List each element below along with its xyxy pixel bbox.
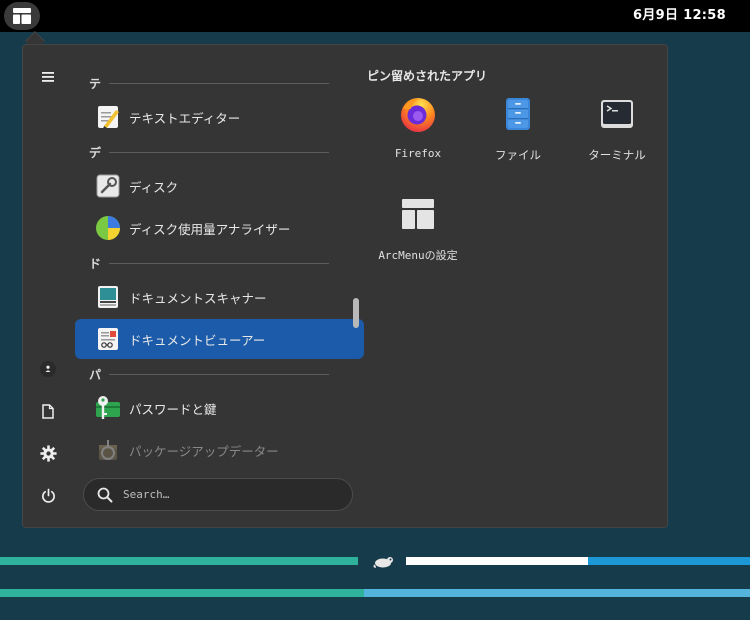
arcmenu-icon — [13, 8, 31, 24]
app-item-passwords-and-keys[interactable]: パスワードと鍵 — [75, 388, 364, 428]
app-label: パスワードと鍵 — [129, 401, 217, 417]
app-item-document-scanner[interactable]: ドキュメントスキャナー — [75, 277, 364, 317]
scanner-icon — [98, 286, 118, 308]
pinned-app-terminal[interactable]: ターミナル — [572, 89, 662, 169]
pinned-app-firefox[interactable]: Firefox — [373, 89, 463, 169]
section-divider — [109, 83, 329, 84]
app-label: ディスク — [129, 179, 179, 195]
app-label: テキストエディター — [129, 110, 241, 126]
wallpaper-stripe — [0, 589, 364, 597]
section-header: ド — [89, 257, 102, 271]
terminal-icon — [601, 100, 633, 128]
files-icon — [506, 98, 530, 130]
app-item-document-viewer[interactable]: ドキュメントビューアー — [75, 319, 364, 359]
gear-icon — [39, 444, 57, 462]
document-icon — [42, 403, 54, 419]
hamburger-icon — [42, 72, 54, 82]
wallpaper-stripe — [0, 557, 358, 565]
app-menu: テ テキストエディター デ ディスク ディスク使用量アナライザー ド ドキュメン… — [22, 44, 668, 528]
section-divider — [109, 152, 329, 153]
search-input[interactable] — [123, 488, 323, 501]
section-header: パ — [89, 368, 102, 382]
pinned-app-label: ターミナル — [588, 148, 646, 162]
disk-usage-icon — [96, 216, 120, 240]
power-icon — [41, 488, 55, 503]
app-label: ドキュメントビューアー — [129, 332, 266, 348]
categories-button[interactable] — [33, 62, 63, 92]
clock[interactable]: 6月9日 12:58 — [633, 0, 726, 32]
app-item-disk-usage[interactable]: ディスク使用量アナライザー — [75, 208, 364, 248]
app-item-package-updater[interactable]: パッケージアップデーター — [75, 430, 364, 470]
text-editor-icon — [98, 106, 119, 129]
section-header: デ — [89, 146, 102, 160]
section-divider — [109, 263, 329, 264]
app-label: ドキュメントスキャナー — [129, 290, 267, 306]
power-button[interactable] — [33, 480, 63, 510]
section-divider — [109, 374, 329, 375]
document-viewer-icon — [98, 328, 118, 350]
arcmenu-button[interactable] — [4, 2, 40, 30]
user-avatar-button[interactable] — [33, 354, 63, 384]
opensuse-logo-icon — [373, 557, 393, 568]
app-label: パッケージアップデーター — [129, 443, 279, 459]
pinned-app-label: Firefox — [394, 147, 442, 160]
settings-button[interactable] — [33, 438, 63, 468]
firefox-icon — [401, 98, 435, 132]
wallpaper-stripe — [406, 557, 588, 565]
pinned-app-label: ファイル — [495, 148, 541, 162]
top-bar: 6月9日 12:58 — [0, 0, 750, 32]
passwords-keys-icon — [96, 396, 120, 419]
app-label: ディスク使用量アナライザー — [129, 221, 291, 237]
pinned-app-files[interactable]: ファイル — [473, 89, 563, 169]
pinned-apps-title: ピン留めされたアプリ — [367, 69, 488, 83]
search-box[interactable] — [83, 478, 353, 511]
wallpaper-stripe — [588, 557, 750, 565]
search-icon — [97, 487, 113, 502]
pinned-app-label: ArcMenuの設定 — [378, 249, 458, 262]
disks-icon — [96, 174, 120, 198]
app-item-text-editor[interactable]: テキストエディター — [75, 97, 364, 137]
pinned-app-arcmenu-settings[interactable]: ArcMenuの設定 — [373, 189, 463, 269]
wallpaper-stripe — [364, 589, 750, 597]
documents-button[interactable] — [33, 396, 63, 426]
section-header: テ — [89, 77, 102, 91]
app-item-disks[interactable]: ディスク — [75, 166, 364, 206]
app-list-scrollbar[interactable] — [353, 298, 359, 328]
arcmenu-settings-icon — [402, 199, 434, 229]
package-updater-icon — [99, 440, 117, 460]
user-avatar-icon — [40, 361, 56, 377]
